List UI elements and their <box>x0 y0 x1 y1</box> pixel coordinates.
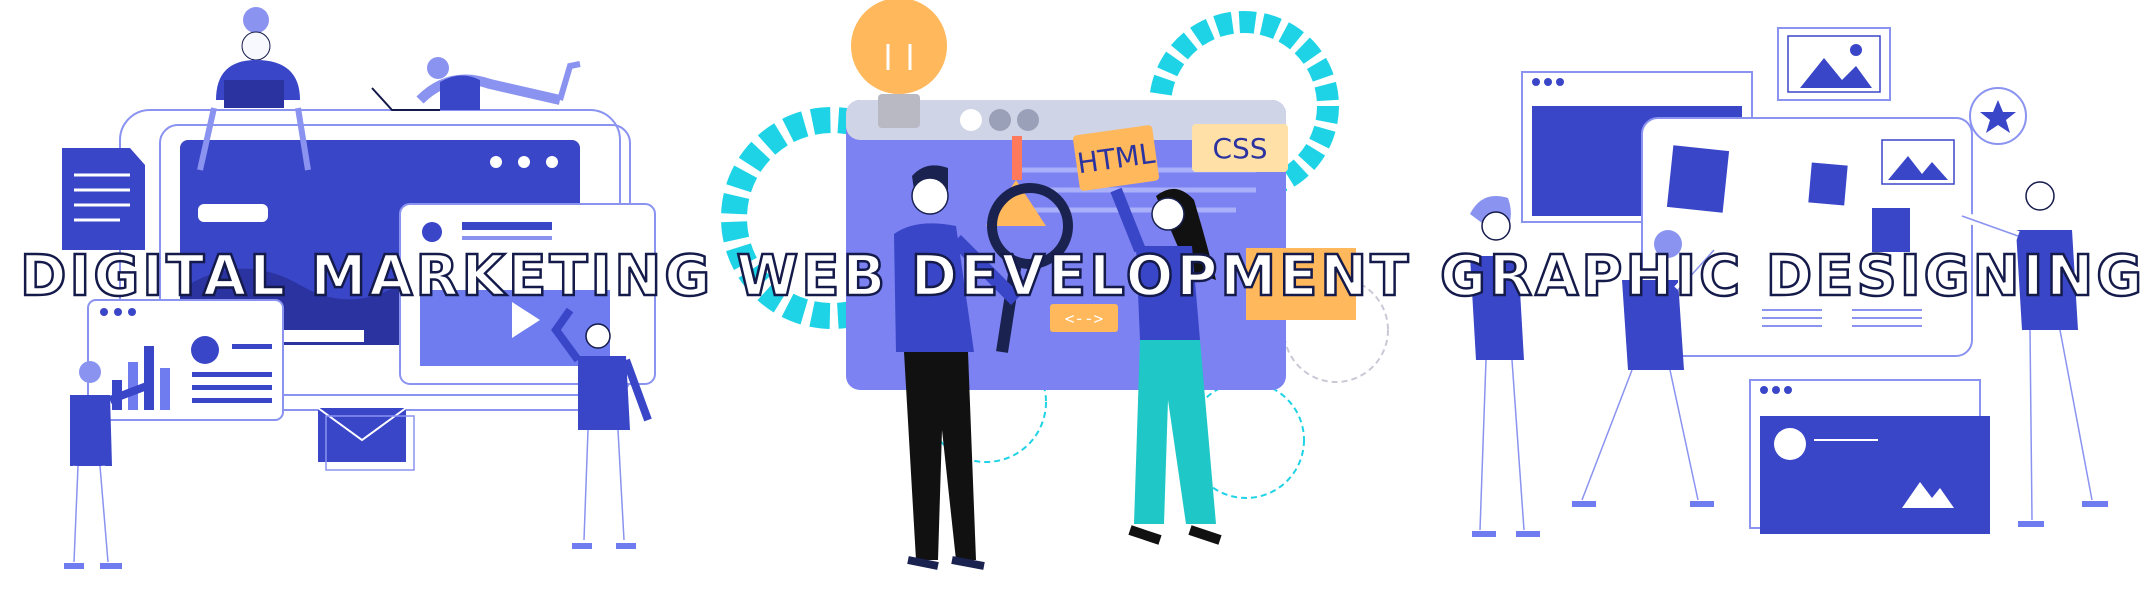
service-title-graphic-designing: GRAPHIC DESIGNING <box>1439 243 2146 311</box>
svg-text:CSS: CSS <box>1212 132 1267 165</box>
screen-pill <box>198 204 268 222</box>
alert-icon <box>1012 136 1022 180</box>
digital-marketing-panel: DIGITAL MARKETING <box>0 0 716 602</box>
service-title-web-development: WEB DEVELOPMENT <box>735 243 1412 311</box>
man-trousers <box>904 352 976 560</box>
lightbulb-icon <box>851 0 947 94</box>
window-dot-icon <box>490 156 502 168</box>
person-standing-right <box>578 356 630 430</box>
web-development-panel: HTML CSS <--> WEB DEVELOPMENT <box>716 0 1432 602</box>
person-presenting <box>70 395 112 466</box>
document-icon <box>62 148 145 250</box>
graphic-designing-panel: GRAPHIC DESIGNING <box>1432 0 2148 602</box>
window-dot-icon <box>518 156 530 168</box>
screen-bar <box>278 330 364 342</box>
service-title-digital-marketing: DIGITAL MARKETING <box>19 243 714 311</box>
css-tag: CSS <box>1192 124 1288 172</box>
person-head <box>243 7 269 33</box>
window-dot-icon <box>546 156 558 168</box>
html-tag: HTML <box>1073 125 1159 191</box>
